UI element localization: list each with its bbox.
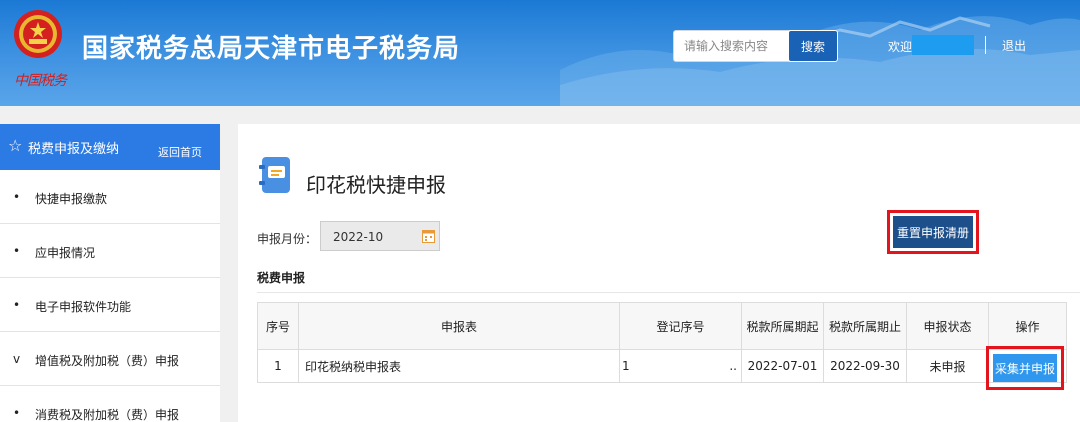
bullet-icon: • (13, 244, 21, 258)
collect-and-file-button[interactable]: 采集并申报 (993, 354, 1057, 382)
site-title: 国家税务总局天津市电子税务局 (82, 34, 461, 64)
sidebar-item-quick-payment[interactable]: • 快捷申报缴款 (0, 170, 220, 224)
col-header-form: 申报表 (298, 302, 620, 350)
section-divider (257, 292, 1080, 293)
sidebar-header: ☆ 税费申报及缴纳 返回首页 (0, 124, 220, 170)
main-panel: 印花税快捷申报 申报月份： 2022-10 重置申报清册 税费申报 序号 申报表… (238, 124, 1080, 422)
bullet-icon: • (13, 190, 21, 204)
document-icon (259, 157, 290, 193)
back-home-link[interactable]: 返回首页 (158, 144, 202, 160)
top-header: 中国税务 国家税务总局天津市电子税务局 搜索 欢迎 退出 (0, 0, 1080, 106)
col-header-seq: 序号 (257, 302, 299, 350)
sidebar-item-software-functions[interactable]: • 电子申报软件功能 (0, 278, 220, 332)
chevron-down-icon: v (13, 352, 21, 366)
bullet-icon: • (13, 298, 21, 312)
bullet-icon: • (13, 406, 21, 420)
table-row: 1 印花税纳税申报表 1 .. 2022-07-01 2022-09-30 未申… (257, 349, 1067, 383)
col-header-period-end: 税款所属期止 (823, 302, 907, 350)
search-input[interactable] (674, 31, 788, 61)
col-header-action: 操作 (988, 302, 1067, 350)
cell-status: 未申报 (906, 349, 989, 383)
section-title: 税费申报 (257, 271, 306, 285)
welcome-text: 欢迎 (888, 40, 913, 54)
cell-period-start: 2022-07-01 (741, 349, 824, 383)
sidebar-item-vat-filing[interactable]: v 增值税及附加税（费）申报 (0, 332, 220, 386)
cell-seq: 1 (257, 349, 299, 383)
sidebar: ☆ 税费申报及缴纳 返回首页 • 快捷申报缴款 • 应申报情况 • 电子申报软件… (0, 124, 220, 422)
action-highlight-box: 采集并申报 (986, 346, 1064, 390)
cell-reg-no: 1 .. (619, 349, 742, 383)
sidebar-item-label: 增值税及附加税（费）申报 (35, 354, 180, 368)
sidebar-item-label: 快捷申报缴款 (35, 192, 108, 206)
sidebar-item-label: 电子申报软件功能 (35, 300, 132, 314)
sidebar-item-consumption-tax[interactable]: • 消费税及附加税（费）申报 (0, 386, 220, 422)
sidebar-title: 税费申报及缴纳 (28, 142, 120, 157)
calendar-icon[interactable] (422, 229, 435, 243)
month-value: 2022-10 (333, 230, 384, 244)
china-tax-signature: 中国税务 (14, 73, 67, 89)
month-field[interactable]: 2022-10 (320, 221, 440, 251)
month-label: 申报月份： (257, 232, 318, 246)
reg-no-ellipsis: .. (729, 359, 737, 373)
page-title: 印花税快捷申报 (306, 173, 446, 197)
reset-highlight-box: 重置申报清册 (887, 210, 979, 254)
username-redacted (912, 35, 974, 55)
cell-period-end: 2022-09-30 (823, 349, 907, 383)
star-icon: ☆ (8, 136, 23, 155)
national-emblem-icon (14, 10, 62, 58)
reset-filing-list-button[interactable]: 重置申报清册 (893, 216, 973, 248)
sidebar-item-label: 消费税及附加税（费）申报 (35, 408, 180, 422)
search-button[interactable]: 搜索 (788, 30, 838, 62)
header-divider (985, 36, 986, 54)
col-header-reg-no: 登记序号 (619, 302, 742, 350)
col-header-status: 申报状态 (906, 302, 989, 350)
logout-link[interactable]: 退出 (1002, 37, 1026, 54)
col-header-period-start: 税款所属期起 (741, 302, 824, 350)
reg-no-mark: 1 (622, 359, 630, 373)
filing-table: 序号 申报表 登记序号 税款所属期起 税款所属期止 申报状态 操作 1 印花税纳… (257, 302, 1067, 383)
search-box: 搜索 (673, 30, 838, 62)
sidebar-item-label: 应申报情况 (35, 246, 96, 260)
cell-form-name: 印花税纳税申报表 (298, 349, 620, 383)
sidebar-item-filing-status[interactable]: • 应申报情况 (0, 224, 220, 278)
